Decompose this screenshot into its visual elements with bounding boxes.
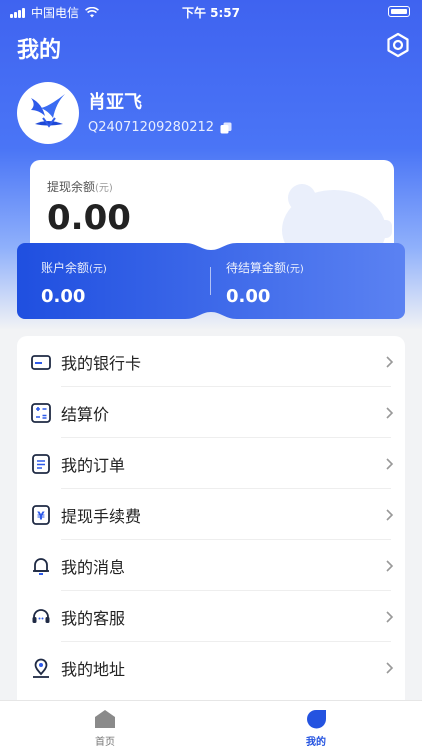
clock: 下午 5:57 — [181, 6, 241, 20]
calculator-icon — [31, 402, 51, 423]
battery-icon — [388, 6, 410, 17]
menu-item-settlement-price[interactable]: 结算价 — [17, 387, 405, 438]
account-balance-label: 账户余额(元) — [41, 261, 107, 275]
chevron-right-icon — [386, 355, 394, 368]
avatar[interactable] — [17, 82, 79, 144]
menu-item-orders[interactable]: 我的订单 — [17, 438, 405, 489]
customer-service-icon — [32, 608, 50, 623]
summary-divider — [210, 267, 211, 295]
brand-logo-icon — [31, 94, 65, 128]
chevron-right-icon — [386, 508, 394, 521]
menu-item-withdraw-fee[interactable]: ¥ 提现手续费 — [17, 489, 405, 540]
menu-item-bank-card[interactable]: 我的银行卡 — [17, 336, 405, 387]
page-title: 我的 — [17, 38, 62, 63]
location-icon — [33, 658, 49, 678]
menu-item-messages[interactable]: 我的消息 — [17, 540, 405, 591]
tab-profile-label: 我的 — [306, 737, 326, 748]
withdraw-fee-icon: ¥ — [32, 504, 50, 525]
withdraw-balance-label: 提现余额(元) — [47, 180, 113, 194]
copy-icon[interactable] — [220, 122, 232, 134]
chevron-right-icon — [386, 559, 394, 572]
user-id: Q24071209280212 — [88, 120, 215, 135]
menu-item-address[interactable]: 我的地址 — [17, 642, 405, 693]
withdraw-balance-value: 0.00 — [47, 198, 131, 238]
status-bar: 中国电信 下午 5:57 — [0, 0, 422, 24]
account-balance-value: 0.00 — [41, 286, 86, 307]
menu-item-customer-service[interactable]: 我的客服 — [17, 591, 405, 642]
chevron-right-icon — [386, 661, 394, 674]
bell-icon — [33, 557, 49, 575]
pending-settlement-value: 0.00 — [226, 286, 271, 307]
user-name: 肖亚飞 — [88, 92, 142, 113]
chevron-right-icon — [386, 457, 394, 470]
settings-icon[interactable] — [385, 32, 411, 58]
profile-icon — [307, 710, 326, 729]
bottom-tab-bar: 首页 我的 — [0, 700, 422, 750]
menu-list: 我的银行卡 结算价 我的订单 ¥ 提现手续费 我的消息 我的客服 我的地址 — [17, 336, 405, 736]
bank-card-icon — [31, 354, 51, 370]
tab-profile[interactable]: 我的 — [286, 709, 346, 748]
account-balance[interactable]: 账户余额(元) 0.00 — [41, 259, 107, 307]
pending-settlement-label: 待结算金额(元) — [226, 261, 304, 275]
user-id-row: Q24071209280212 — [88, 120, 232, 135]
tab-home[interactable]: 首页 — [75, 709, 135, 748]
chevron-right-icon — [386, 406, 394, 419]
order-icon — [32, 453, 50, 474]
tab-home-label: 首页 — [95, 737, 115, 748]
home-icon — [95, 710, 115, 728]
pending-settlement[interactable]: 待结算金额(元) 0.00 — [226, 259, 304, 307]
svg-text:¥: ¥ — [37, 509, 45, 522]
account-summary-card: 账户余额(元) 0.00 待结算金额(元) 0.00 — [17, 243, 405, 319]
chevron-right-icon — [386, 610, 394, 623]
